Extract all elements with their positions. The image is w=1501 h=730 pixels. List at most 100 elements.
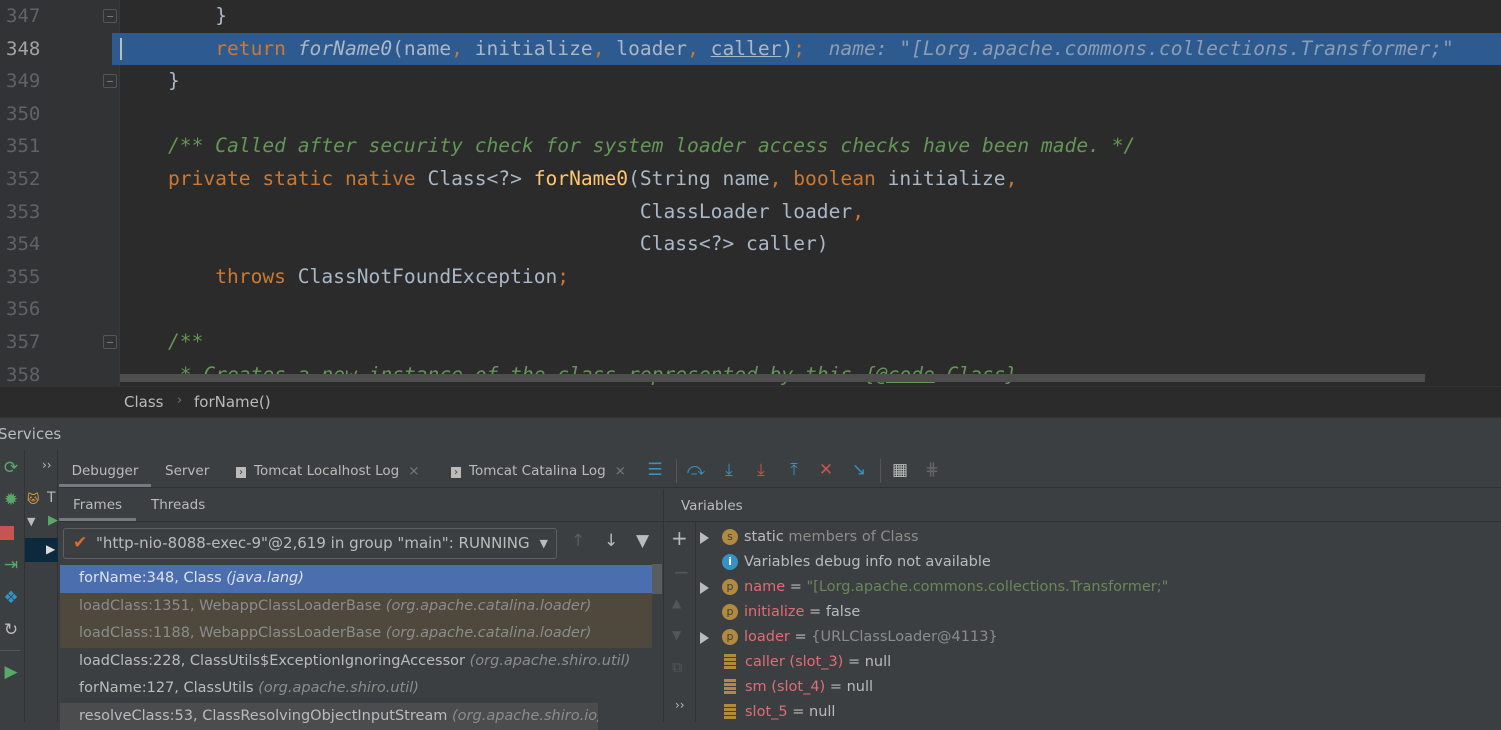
- services-tree: ›› 🐱 T ▼ ▶ ▶: [25, 450, 58, 722]
- code-line[interactable]: Class<?> caller): [168, 228, 829, 261]
- tree-node-label[interactable]: T: [47, 490, 56, 506]
- field-icon: [724, 704, 736, 720]
- code-line[interactable]: return forName0(name, initialize, loader…: [168, 33, 1454, 66]
- step-into-icon[interactable]: ⤓: [719, 459, 739, 481]
- resume-icon[interactable]: ▶: [0, 662, 22, 682]
- evaluate-expression-icon[interactable]: ▦: [890, 459, 910, 481]
- drop-frame-icon[interactable]: ✕: [816, 459, 836, 481]
- expand-icon[interactable]: ››: [42, 458, 52, 472]
- refresh-icon[interactable]: ↻: [0, 620, 22, 640]
- chevron-down-icon[interactable]: ▼: [540, 529, 548, 558]
- line-number[interactable]: 350: [6, 98, 40, 131]
- variable-desc: members of Class: [784, 529, 919, 545]
- force-step-into-icon[interactable]: ⤓: [751, 459, 771, 481]
- expand-arrow-icon[interactable]: [700, 532, 709, 544]
- code-line[interactable]: /**: [168, 326, 203, 359]
- rerun-icon[interactable]: ⟳: [0, 458, 22, 478]
- variable-row[interactable]: ploader = {URLClassLoader@4113}: [722, 625, 998, 650]
- frame-row[interactable]: resolveClass:53, ClassResolvingObjectInp…: [60, 703, 598, 730]
- frame-row[interactable]: loadClass:1188, WebappClassLoaderBase (o…: [60, 620, 652, 648]
- parameter-icon: p: [722, 629, 738, 645]
- code-line[interactable]: }: [168, 65, 180, 98]
- line-number[interactable]: 348: [6, 33, 40, 66]
- code-line[interactable]: }: [168, 0, 227, 33]
- expand-arrow-icon[interactable]: [700, 632, 709, 644]
- frames-scrollbar[interactable]: [652, 564, 662, 594]
- line-number-gutter[interactable]: 347348349350351352353354355356357358: [0, 0, 120, 386]
- close-icon[interactable]: ×: [408, 463, 419, 479]
- debug-icon[interactable]: ✹: [0, 490, 22, 510]
- group-icon[interactable]: ❖: [0, 588, 22, 608]
- add-watch-icon[interactable]: +: [671, 526, 688, 550]
- arrow-down-icon[interactable]: ↓: [604, 531, 618, 551]
- more-icon[interactable]: ››: [675, 698, 685, 712]
- line-number[interactable]: 351: [6, 130, 40, 163]
- frame-package: (org.apache.shiro.util): [470, 653, 631, 669]
- frame-method: loadClass:1351, WebappClassLoaderBase: [79, 598, 381, 614]
- line-number[interactable]: 357: [6, 326, 40, 359]
- frame-row[interactable]: forName:348, Class (java.lang): [60, 565, 652, 593]
- console-icon: ›: [236, 467, 246, 478]
- code-token: /** Called after security check for syst…: [168, 134, 1135, 157]
- collapse-arrow-icon[interactable]: ▼: [27, 515, 35, 528]
- tab-threads[interactable]: Threads: [151, 489, 205, 521]
- line-number[interactable]: 356: [6, 293, 40, 326]
- step-over-icon[interactable]: ⤼: [686, 459, 706, 481]
- indent: [168, 265, 215, 288]
- line-number[interactable]: 349: [6, 65, 40, 98]
- frame-row[interactable]: loadClass:1351, WebappClassLoaderBase (o…: [60, 593, 652, 621]
- fold-marker-icon[interactable]: [103, 335, 117, 349]
- variable-row[interactable]: pinitialize = false: [722, 600, 860, 625]
- indent: [168, 4, 215, 27]
- code-token: ): [781, 37, 793, 60]
- menu-icon[interactable]: ☰: [645, 459, 665, 481]
- code-line[interactable]: private static native Class<?> forName0(…: [168, 163, 1017, 196]
- variable-row[interactable]: sm (slot_4) = null: [722, 675, 873, 700]
- variable-value: {URLClassLoader@4113}: [811, 629, 997, 645]
- line-number[interactable]: 358: [6, 359, 40, 386]
- variable-row[interactable]: iVariables debug info not available: [722, 550, 991, 575]
- frame-row[interactable]: loadClass:228, ClassUtils$ExceptionIgnor…: [60, 648, 652, 676]
- code-token: caller: [711, 37, 782, 60]
- filter-icon[interactable]: ▼: [636, 531, 649, 551]
- step-out-icon[interactable]: ⤒: [784, 459, 804, 481]
- variable-value: null: [847, 679, 873, 695]
- tab-tomcat-localhost-log[interactable]: ›Tomcat Localhost Log×: [236, 455, 420, 487]
- line-number[interactable]: 355: [6, 261, 40, 294]
- line-number[interactable]: 347: [6, 0, 40, 33]
- code-line[interactable]: ClassLoader loader,: [168, 196, 864, 229]
- tab-server[interactable]: Server: [165, 455, 209, 487]
- run-to-cursor-icon[interactable]: ↘: [849, 459, 869, 481]
- frame-method: loadClass:228, ClassUtils$ExceptionIgnor…: [79, 653, 465, 669]
- thread-selector[interactable]: ✔ "http-nio-8088-exec-9"@2,619 in group …: [63, 528, 557, 559]
- variable-row[interactable]: sstatic members of Class: [722, 525, 919, 550]
- fold-marker-icon[interactable]: [103, 74, 117, 88]
- tab-tomcat-catalina-log[interactable]: ›Tomcat Catalina Log×: [451, 455, 626, 487]
- info-icon: i: [722, 554, 738, 570]
- breadcrumb-item-class[interactable]: Class: [124, 393, 163, 411]
- variable-row[interactable]: slot_5 = null: [722, 700, 835, 725]
- tab-frames[interactable]: Frames: [59, 489, 136, 521]
- code-line[interactable]: throws ClassNotFoundException;: [168, 261, 569, 294]
- line-number[interactable]: 352: [6, 163, 40, 196]
- code-editor[interactable]: 347348349350351352353354355356357358 } r…: [0, 0, 1501, 386]
- variable-row[interactable]: caller (slot_3) = null: [722, 650, 891, 675]
- deploy-icon[interactable]: ⇥: [0, 555, 22, 575]
- code-line[interactable]: /** Called after security check for syst…: [168, 130, 1135, 163]
- frame-row[interactable]: forName:127, ClassUtils (org.apache.shir…: [60, 675, 652, 703]
- tree-row-selected[interactable]: ▶: [25, 538, 58, 562]
- variable-row[interactable]: pname = "[Lorg.apache.commons.collection…: [722, 575, 1168, 600]
- close-icon[interactable]: ×: [615, 463, 626, 479]
- expand-arrow-icon[interactable]: ▶: [46, 542, 55, 556]
- breadcrumb-item-forname[interactable]: forName(): [194, 393, 271, 411]
- parameter-icon: p: [722, 579, 738, 595]
- stop-icon[interactable]: [0, 526, 14, 540]
- tomcat-icon: 🐱: [27, 492, 40, 506]
- code-token: ,: [451, 37, 475, 60]
- fold-marker-icon[interactable]: [103, 9, 117, 23]
- tab-debugger[interactable]: Debugger: [59, 455, 151, 487]
- horizontal-scrollbar[interactable]: [120, 374, 1425, 382]
- expand-arrow-icon[interactable]: [700, 582, 709, 594]
- line-number[interactable]: 354: [6, 228, 40, 261]
- line-number[interactable]: 353: [6, 196, 40, 229]
